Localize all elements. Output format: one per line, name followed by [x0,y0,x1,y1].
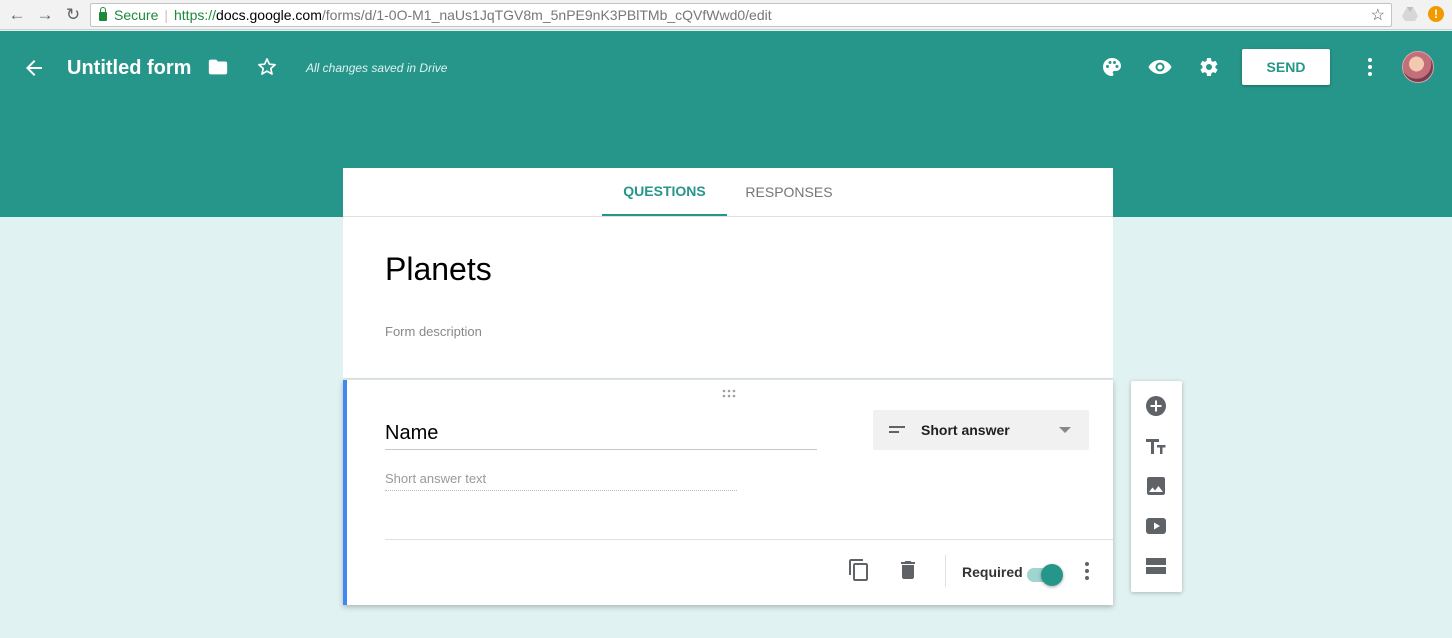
drive-extension-icon[interactable] [1402,7,1418,21]
add-section-icon[interactable] [1144,554,1168,578]
url-path: /forms/d/1-0O-M1_naUs1JqTGV8m_5nPE9nK3PB… [321,7,772,23]
tab-questions[interactable]: QUESTIONS [602,168,727,216]
palette-icon[interactable] [1100,55,1124,79]
form-heading[interactable]: Planets [385,251,492,288]
required-toggle[interactable] [1025,562,1063,586]
folder-icon[interactable] [207,56,229,78]
question-type-label: Short answer [921,422,1010,438]
chevron-down-icon [1059,427,1071,433]
browser-forward-icon[interactable]: → [34,4,56,26]
required-label: Required [962,564,1023,580]
tab-responses[interactable]: RESPONSES [735,168,843,216]
url-scheme: https:// [174,7,217,23]
add-image-icon[interactable] [1144,474,1168,498]
form-description-field[interactable]: Form description [385,324,482,339]
question-card[interactable]: Name Short answer text Short answer Requ… [343,380,1113,605]
question-more-icon[interactable] [1081,560,1093,582]
drag-handle-icon[interactable] [721,388,737,398]
browser-toolbar: ← → ↻ Secure | https://docs.google.com/f… [0,0,1452,30]
browser-reload-icon[interactable]: ↻ [62,4,84,26]
address-bar[interactable]: Secure | https://docs.google.com/forms/d… [90,3,1392,27]
form-header-card: Planets Form description [343,217,1113,379]
short-answer-icon [889,426,905,433]
more-options-icon[interactable] [1360,55,1380,79]
question-footer-divider [385,539,1113,540]
question-title-input[interactable]: Name [385,422,817,450]
address-separator: | [164,7,168,23]
alert-extension-icon[interactable]: ! [1428,6,1444,22]
save-status: All changes saved in Drive [306,61,448,75]
settings-gear-icon[interactable] [1196,55,1220,79]
form-title[interactable]: Untitled form [67,54,191,82]
url-host: docs.google.com [216,7,322,23]
account-avatar[interactable] [1402,51,1434,83]
add-title-icon[interactable] [1144,434,1168,458]
bookmark-star-icon[interactable]: ☆ [1371,5,1385,25]
send-button[interactable]: SEND [1242,49,1330,85]
footer-vertical-divider [945,555,946,587]
duplicate-icon[interactable] [847,558,871,582]
browser-back-icon[interactable]: ← [6,4,28,26]
star-icon[interactable] [256,56,278,78]
back-arrow-icon[interactable] [22,56,46,80]
delete-trash-icon[interactable] [896,558,920,582]
lock-icon [99,7,107,21]
preview-eye-icon[interactable] [1147,55,1173,79]
form-tabs: QUESTIONS RESPONSES [343,168,1113,217]
question-type-dropdown[interactable]: Short answer [873,410,1089,450]
add-video-icon[interactable] [1144,514,1168,538]
short-answer-placeholder: Short answer text [385,471,737,491]
add-item-toolbar [1131,381,1182,592]
toggle-knob [1041,564,1063,586]
add-question-icon[interactable] [1144,394,1168,418]
secure-label: Secure [114,7,159,23]
